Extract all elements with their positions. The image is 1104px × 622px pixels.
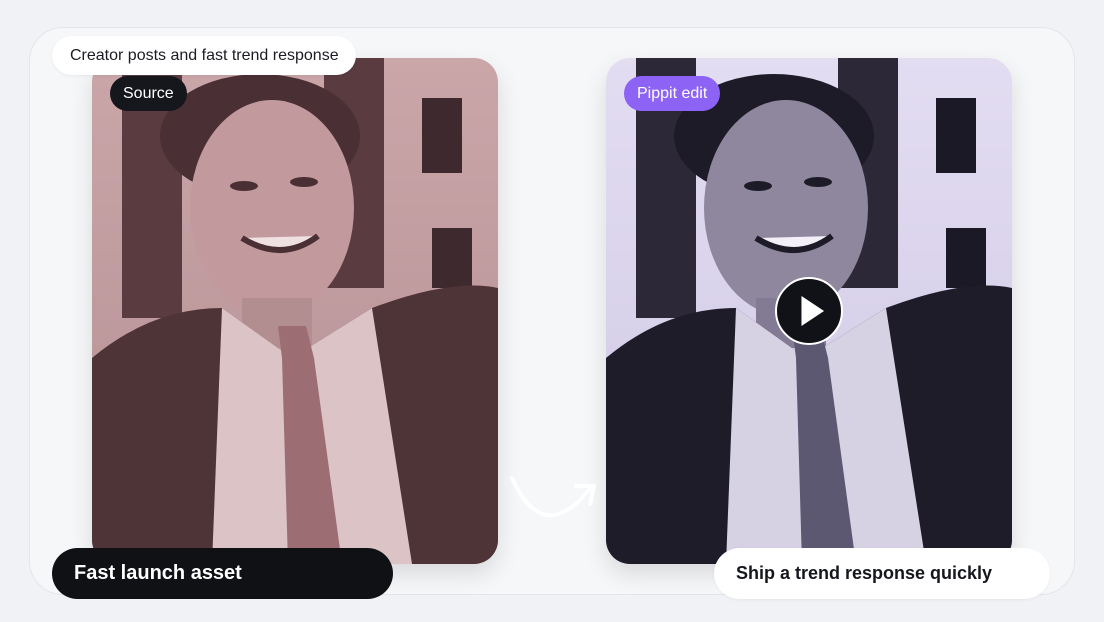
source-badge: Source	[110, 76, 187, 111]
pippit-edit-badge: Pippit edit	[624, 76, 721, 111]
curved-arrow-icon	[510, 476, 596, 518]
ship-trend-label: Ship a trend response quickly	[714, 548, 1050, 599]
source-photo	[92, 58, 498, 564]
header-label: Creator posts and fast trend response	[52, 36, 356, 75]
source-image-card	[92, 58, 498, 564]
play-icon	[801, 295, 825, 327]
fast-launch-label: Fast launch asset	[52, 548, 393, 599]
play-button[interactable]	[775, 277, 843, 345]
